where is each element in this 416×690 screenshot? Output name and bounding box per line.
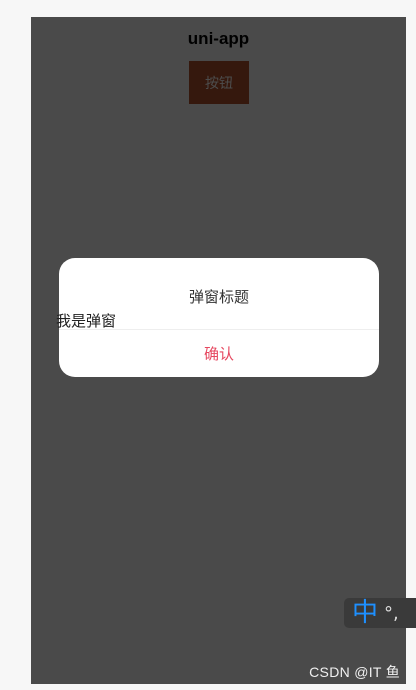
ime-chinese-mode-icon[interactable]: 中 [352, 599, 378, 627]
ime-punctuation-icon[interactable]: °, [384, 603, 399, 624]
modal-dialog: 弹窗标题 我是弹窗 确认 [56, 258, 379, 377]
confirm-button[interactable]: 确认 [59, 330, 379, 377]
dialog-title: 弹窗标题 [188, 288, 249, 306]
dialog-content: 我是弹窗 [56, 312, 117, 330]
watermark: CSDN @IT 鱼 [309, 664, 400, 680]
ime-toolbar[interactable]: 中 °, [344, 598, 416, 628]
app-screen: uni-app 按钮 弹窗标题 我是弹窗 确认 [31, 17, 406, 684]
